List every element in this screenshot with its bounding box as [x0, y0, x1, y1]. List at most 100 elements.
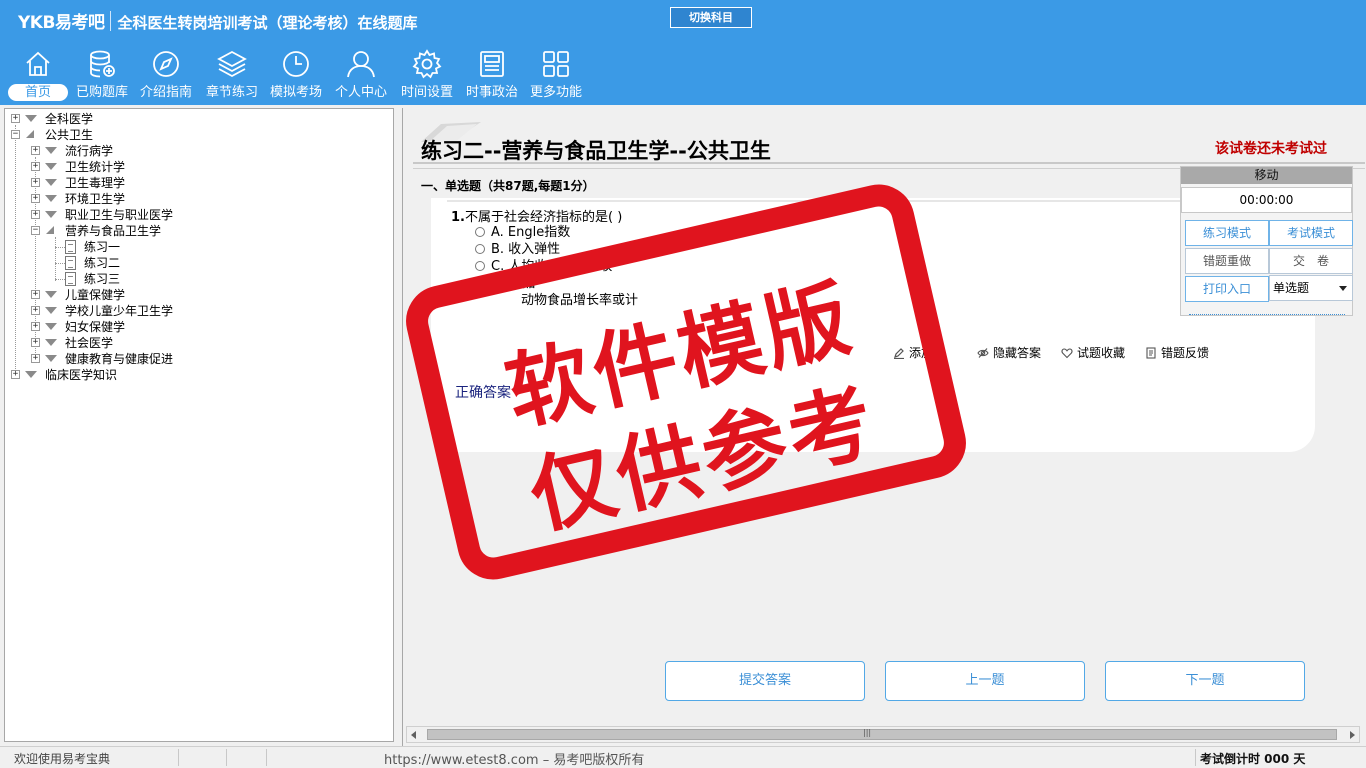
tree-label: 卫生统计学 — [65, 160, 126, 174]
expand-icon[interactable]: + — [11, 114, 20, 123]
section-title: 一、单选题（共87题,每题1分） — [421, 179, 595, 193]
nav-time-settings[interactable]: 时间设置 — [395, 46, 459, 104]
tree-node-school-health[interactable]: + 学校儿童少年卫生学 — [5, 303, 385, 319]
question-divider — [447, 200, 1207, 202]
expand-icon[interactable]: + — [31, 354, 40, 363]
tree-label: 临床医学知识 — [45, 368, 118, 382]
tree-label: 健康教育与健康促进 — [65, 352, 174, 366]
tree-node-clinical-medicine[interactable]: + 临床医学知识 — [5, 367, 385, 383]
option-a[interactable]: A. Engle指数 — [475, 224, 570, 241]
prev-question-button[interactable]: 上一题 — [885, 661, 1085, 701]
switch-subject-button[interactable]: 切换科目 — [670, 7, 752, 28]
expand-icon[interactable]: + — [31, 338, 40, 347]
copyright-link[interactable]: https://www.etest8.com – 易考吧版权所有 — [384, 749, 644, 768]
expand-icon[interactable]: + — [31, 162, 40, 171]
radio-icon[interactable] — [475, 261, 485, 271]
nav-profile-label: 个人中心 — [334, 85, 387, 100]
radio-icon[interactable] — [475, 278, 485, 288]
expand-icon[interactable]: + — [31, 178, 40, 187]
submit-answer-button[interactable]: 提交答案 — [665, 661, 865, 701]
nav-affairs-label: 时事政治 — [465, 85, 518, 100]
expand-icon[interactable]: + — [31, 306, 40, 315]
scroll-left-icon[interactable] — [411, 731, 416, 739]
option-b[interactable]: B. 收入弹性 — [475, 241, 560, 258]
tree-node-epidemiology[interactable]: + 流行病学 — [5, 143, 385, 159]
tree-node-toxicology[interactable]: + 卫生毒理学 — [5, 175, 385, 191]
tree-node-practice-2[interactable]: 练习二 — [5, 255, 385, 271]
expand-icon[interactable]: + — [31, 210, 40, 219]
tree-node-public-health[interactable]: − 公共卫生 — [5, 127, 385, 143]
app-header: YKB易考吧 全科医生转岗培训考试（理论考核）在线题库 切换科目 首页 已购题库 … — [0, 0, 1366, 105]
nav-home[interactable]: 首页 — [6, 46, 70, 104]
nav-home-label: 首页 — [8, 84, 68, 101]
folder-open-triangle-icon — [26, 130, 34, 138]
expand-icon[interactable]: + — [31, 322, 40, 331]
scrollbar-thumb[interactable] — [427, 729, 1337, 740]
favorite-question-button[interactable]: 试题收藏 — [1061, 344, 1125, 361]
tree-node-environmental-health[interactable]: + 环境卫生学 — [5, 191, 385, 207]
newspaper-icon — [480, 51, 504, 77]
print-button[interactable]: 打印入口 — [1185, 276, 1269, 302]
add-note-button[interactable]: 添加 — [893, 344, 933, 361]
tree-node-women-health[interactable]: + 妇女保健学 — [5, 319, 385, 335]
tree-node-social-medicine[interactable]: + 社会医学 — [5, 335, 385, 351]
status-bar: 欢迎使用易考宝典 https://www.etest8.com – 易考吧版权所… — [0, 746, 1366, 768]
expand-icon[interactable]: + — [31, 146, 40, 155]
nav-purchased[interactable]: 已购题库 — [70, 46, 134, 104]
exam-timer: 00:00:00 — [1181, 187, 1352, 213]
nav-guide-label: 介绍指南 — [139, 85, 192, 100]
expand-icon[interactable]: + — [11, 370, 20, 379]
tree-node-occupational-health[interactable]: + 职业卫生与职业医学 — [5, 207, 385, 223]
collapse-icon[interactable]: − — [11, 130, 20, 139]
subject-tree[interactable]: + 全科医学 − 公共卫生 + 流行病学 + 卫生统计学 + 卫生毒理学 + 环… — [4, 108, 394, 742]
nav-profile[interactable]: 个人中心 — [329, 46, 393, 104]
report-icon — [1146, 347, 1156, 359]
correct-answer-label: 正确答案 — [455, 385, 511, 401]
status-divider — [266, 749, 267, 766]
nav-chapter-practice[interactable]: 章节练习 — [200, 46, 264, 104]
tree-label: 练习三 — [84, 272, 121, 286]
radio-icon[interactable] — [475, 244, 485, 254]
tree-node-health-statistics[interactable]: + 卫生统计学 — [5, 159, 385, 175]
tool-label: 添加 — [909, 346, 934, 360]
option-label: D. 食品 — [491, 276, 536, 291]
nav-mock-exam[interactable]: 模拟考场 — [264, 46, 328, 104]
option-d[interactable]: D. 食品 — [475, 275, 535, 292]
chevron-down-icon — [1339, 286, 1347, 291]
redo-wrong-button[interactable]: 错题重做 — [1185, 248, 1269, 274]
option-e[interactable]: 动物食品增长率或计 — [521, 292, 638, 309]
option-c[interactable]: C. 人均收入及人均收 — [475, 258, 612, 275]
nav-guide[interactable]: 介绍指南 — [134, 46, 198, 104]
folder-open-triangle-icon — [46, 226, 54, 234]
tree-label: 社会医学 — [65, 336, 114, 350]
exam-mode-button[interactable]: 考试模式 — [1269, 220, 1353, 246]
folder-triangle-icon — [25, 371, 37, 378]
tree-node-health-education[interactable]: + 健康教育与健康促进 — [5, 351, 385, 367]
nav-current-affairs[interactable]: 时事政治 — [460, 46, 524, 104]
panel-move-handle[interactable]: 移动 — [1181, 167, 1352, 184]
tree-node-child-health[interactable]: + 儿童保健学 — [5, 287, 385, 303]
expand-icon[interactable]: + — [31, 194, 40, 203]
tree-node-nutrition-food[interactable]: − 营养与食品卫生学 — [5, 223, 385, 239]
tool-label: 试题收藏 — [1077, 346, 1126, 360]
tree-node-general-medicine[interactable]: + 全科医学 — [5, 111, 385, 127]
practice-mode-button[interactable]: 练习模式 — [1185, 220, 1269, 246]
horizontal-scrollbar[interactable]: ||| — [406, 726, 1360, 743]
submit-paper-button[interactable]: 交 卷 — [1269, 248, 1353, 274]
hide-answer-button[interactable]: 隐藏答案 — [977, 344, 1041, 361]
nav-more[interactable]: 更多功能 — [524, 46, 588, 104]
scroll-right-icon[interactable] — [1350, 731, 1355, 739]
tree-node-practice-3[interactable]: 练习三 — [5, 271, 385, 287]
radio-icon[interactable] — [475, 227, 485, 237]
collapse-icon[interactable]: − — [31, 226, 40, 235]
nav-chapter-label: 章节练习 — [205, 85, 258, 100]
tree-label: 流行病学 — [65, 144, 114, 158]
tree-node-practice-1[interactable]: 练习一 — [5, 239, 385, 255]
grid-icon — [543, 51, 569, 77]
question-type-select[interactable]: 单选题 — [1269, 275, 1353, 301]
expand-icon[interactable]: + — [31, 290, 40, 299]
option-label: B. 收入弹性 — [491, 242, 561, 257]
folder-triangle-icon — [45, 147, 57, 154]
next-question-button[interactable]: 下一题 — [1105, 661, 1305, 701]
error-feedback-button[interactable]: 错题反馈 — [1145, 344, 1209, 361]
